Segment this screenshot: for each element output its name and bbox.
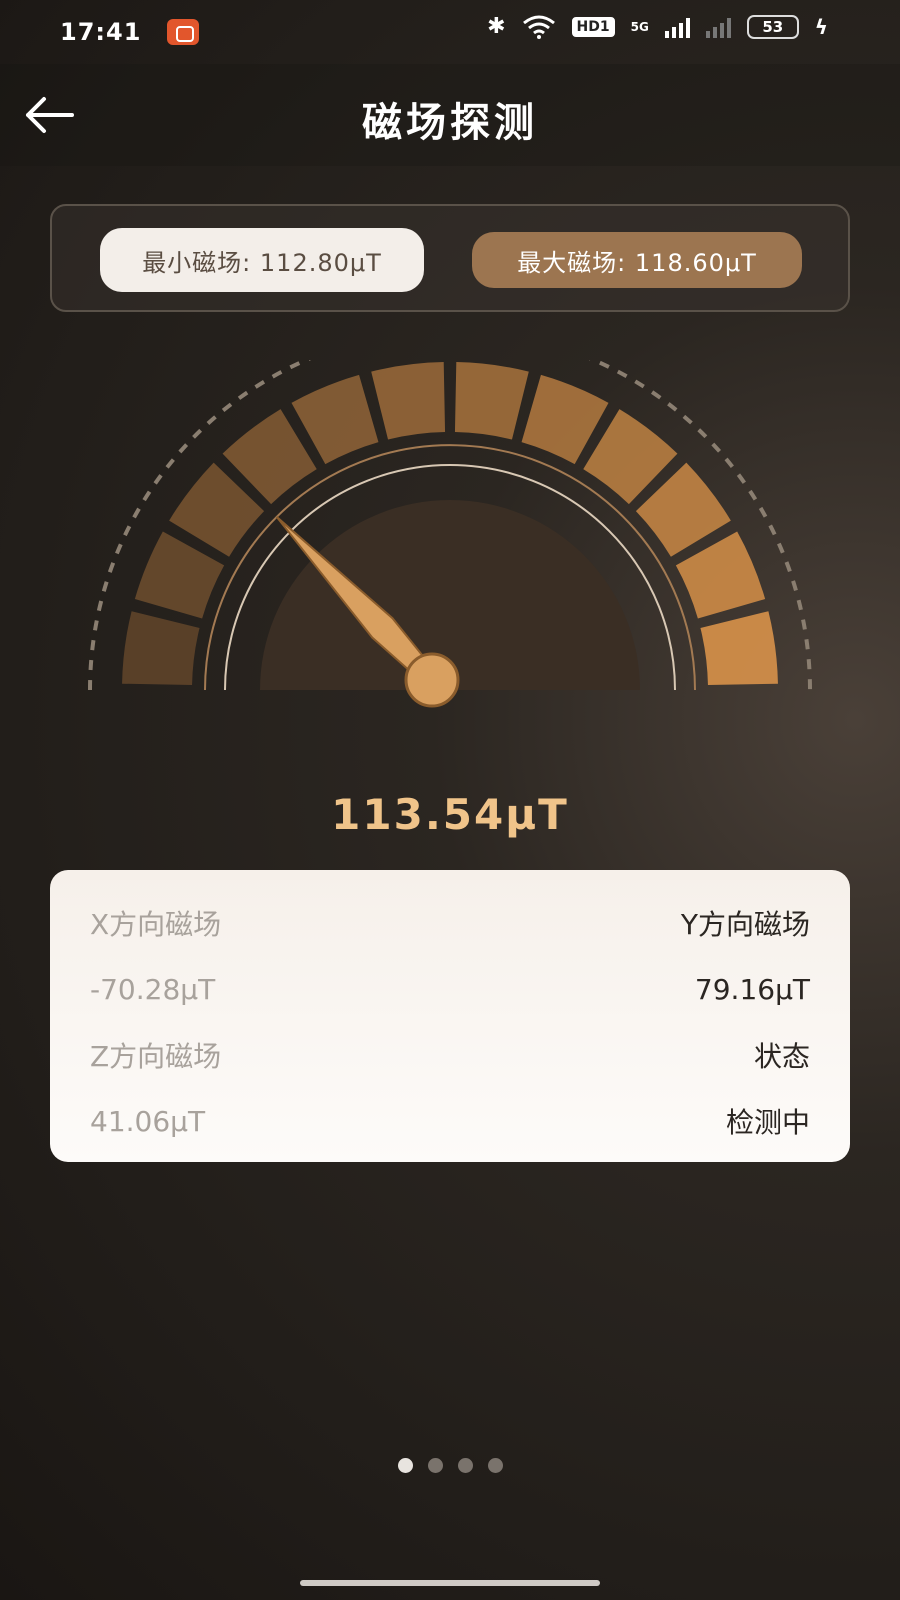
axis-row-right: 79.16μT xyxy=(694,972,810,1006)
axis-row: -70.28μT 79.16μT xyxy=(90,956,810,1022)
status-icons: ✱ HD1 5G 53 ϟ xyxy=(487,14,828,39)
page-dot[interactable] xyxy=(487,1458,503,1473)
gauge-segment xyxy=(371,362,446,440)
hd-voice-icon: HD1 xyxy=(571,16,615,37)
charging-icon: ϟ xyxy=(814,14,828,39)
home-indicator[interactable] xyxy=(300,1580,600,1586)
battery-icon: 53 xyxy=(746,14,799,39)
axis-row-left: Z方向磁场 xyxy=(90,1040,222,1073)
axis-row: 41.06μT 检测中 xyxy=(90,1088,810,1154)
status-bar: 17:41 ✱ HD1 5G 53 ϟ xyxy=(0,0,900,64)
axis-row-left: X方向磁场 xyxy=(90,908,222,941)
status-time: 17:41 xyxy=(60,18,142,46)
axis-row-left: -70.28μT xyxy=(90,972,216,1006)
max-field-pill: 最大磁场: 118.60μT xyxy=(472,232,802,288)
axis-row-right: 状态 xyxy=(753,1040,810,1073)
gauge-segment xyxy=(700,611,778,686)
axis-data-card: X方向磁场 Y方向磁场 -70.28μT 79.16μT Z方向磁场 状态 41.06μT 检… xyxy=(50,870,850,1162)
bluetooth-icon: ✱ xyxy=(487,14,506,39)
page-dot[interactable] xyxy=(427,1458,443,1473)
axis-row: X方向磁场 Y方向磁场 xyxy=(90,890,810,956)
axis-row: Z方向磁场 状态 xyxy=(90,1022,810,1088)
signal-icon-secondary xyxy=(705,16,731,38)
axis-row-right: 检测中 xyxy=(725,1106,810,1139)
page-dot[interactable] xyxy=(397,1458,413,1473)
min-max-panel: 最小磁场: 112.80μT 最大磁场: 118.60μT xyxy=(50,204,850,312)
min-field-pill: 最小磁场: 112.80μT xyxy=(100,228,424,292)
magnetometer-gauge xyxy=(0,328,900,780)
wifi-icon xyxy=(522,15,556,39)
page-title: 磁场探测 xyxy=(362,100,538,146)
axis-row-right: Y方向磁场 xyxy=(680,908,810,941)
gauge-svg xyxy=(88,328,812,708)
page-dot[interactable] xyxy=(457,1458,473,1473)
axis-row-left: 41.06μT xyxy=(90,1104,206,1138)
page-indicator[interactable] xyxy=(0,1458,900,1473)
notification-app-icon xyxy=(167,19,200,45)
gauge-segment xyxy=(454,362,529,440)
field-strength-reading: 113.54μT xyxy=(331,790,569,839)
gauge-segment xyxy=(122,611,200,686)
signal-icon xyxy=(664,16,690,38)
title-bar: 磁场探测 xyxy=(0,64,900,166)
gauge-needle-pivot xyxy=(404,652,460,708)
network-type: 5G xyxy=(630,19,649,34)
